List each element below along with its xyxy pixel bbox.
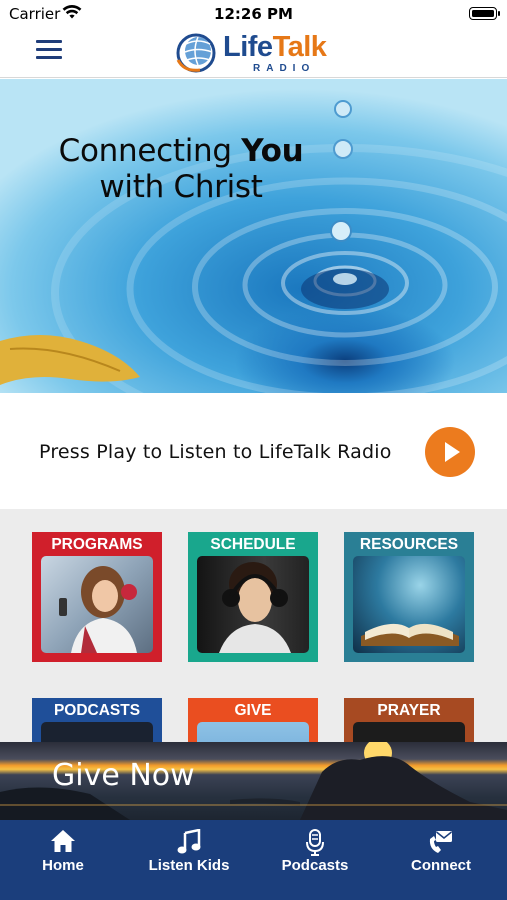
tile-label: RESOURCES bbox=[359, 536, 459, 553]
tab-label: Listen Kids bbox=[148, 857, 230, 874]
resources-photo bbox=[353, 556, 465, 653]
prayer-photo bbox=[353, 722, 465, 742]
water-ripple-image bbox=[0, 100, 507, 393]
tab-listen-kids[interactable]: Listen Kids bbox=[126, 820, 252, 900]
lifetalk-logo: LifeTalk RADIO bbox=[174, 28, 339, 76]
battery-icon bbox=[469, 7, 500, 20]
tab-home[interactable]: Home bbox=[0, 820, 126, 900]
tile-resources[interactable]: RESOURCES bbox=[344, 532, 474, 662]
tab-label: Connect bbox=[411, 857, 471, 874]
tile-prayer[interactable]: PRAYER bbox=[344, 698, 474, 742]
hero-banner: Connecting You with Christ bbox=[0, 79, 507, 393]
bottom-tab-bar: Home Listen Kids Podcasts Connect bbox=[0, 820, 507, 900]
logo-wordmark: LifeTalk bbox=[223, 31, 327, 63]
logo-radio: RADIO bbox=[253, 63, 316, 74]
hero-tagline: Connecting You with Christ bbox=[58, 133, 304, 205]
tile-programs[interactable]: PROGRAMS bbox=[32, 532, 162, 662]
play-section: Press Play to Listen to LifeTalk Radio bbox=[0, 393, 507, 509]
microphone-icon bbox=[306, 829, 324, 856]
phone-mail-icon bbox=[429, 831, 452, 853]
programs-photo bbox=[41, 556, 153, 653]
tile-label: PRAYER bbox=[377, 702, 441, 719]
tile-label: PROGRAMS bbox=[51, 536, 143, 553]
schedule-photo bbox=[197, 556, 309, 653]
tab-connect[interactable]: Connect bbox=[378, 820, 504, 900]
clock: 12:26 PM bbox=[214, 5, 293, 23]
give-now-label: Give Now bbox=[52, 758, 195, 793]
tile-schedule[interactable]: SCHEDULE bbox=[188, 532, 318, 662]
tile-label: PODCASTS bbox=[53, 702, 141, 719]
tab-label: Home bbox=[42, 857, 84, 874]
app-header: LifeTalk RADIO bbox=[0, 28, 507, 78]
menu-grid: PROGRAMS SCHEDULE RESOURCES PODCASTS GIV… bbox=[0, 509, 507, 742]
home-icon bbox=[51, 830, 75, 852]
tile-label: GIVE bbox=[234, 702, 272, 719]
play-button[interactable] bbox=[425, 427, 475, 477]
tab-label: Podcasts bbox=[281, 857, 349, 874]
hamburger-menu-icon[interactable] bbox=[36, 40, 62, 62]
tile-give[interactable]: GIVE bbox=[188, 698, 318, 742]
tile-label: SCHEDULE bbox=[210, 536, 296, 553]
tile-podcasts[interactable]: PODCASTS bbox=[32, 698, 162, 742]
status-bar: Carrier 12:26 PM bbox=[0, 0, 507, 28]
play-label: Press Play to Listen to LifeTalk Radio bbox=[39, 441, 392, 463]
podcasts-photo bbox=[41, 722, 153, 742]
globe-logo-icon bbox=[176, 33, 216, 73]
give-photo bbox=[197, 722, 309, 742]
music-note-icon bbox=[177, 829, 201, 854]
tab-podcasts[interactable]: Podcasts bbox=[252, 820, 378, 900]
give-now-banner[interactable]: Give Now bbox=[0, 742, 507, 820]
